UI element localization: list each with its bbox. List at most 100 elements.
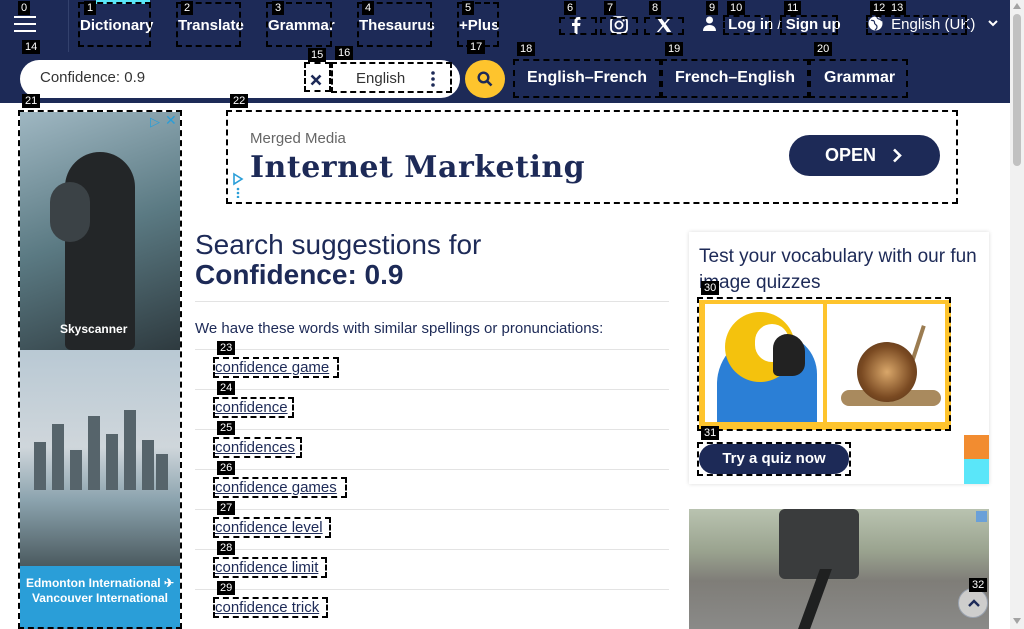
tab-grammar[interactable]: Grammar: [824, 69, 895, 87]
chevron-up-icon: [968, 599, 980, 607]
adchoices-icon[interactable]: [232, 172, 244, 198]
suggestion-link[interactable]: confidence: [215, 399, 288, 416]
menu-icon[interactable]: [14, 14, 36, 34]
scroll-up-arrow-icon[interactable]: [1013, 3, 1021, 9]
user-icon: [703, 16, 716, 31]
banner-ad[interactable]: Merged Media Internet Marketing OPEN: [228, 112, 956, 202]
mark-tag: 3: [272, 1, 285, 15]
scrollbar-thumb[interactable]: [1013, 14, 1021, 166]
divider: [195, 429, 669, 430]
try-quiz-button[interactable]: Try a quiz now: [699, 444, 849, 474]
banner-open-button[interactable]: OPEN: [789, 135, 940, 176]
suggestion-link[interactable]: confidence game: [215, 359, 329, 376]
mark-tag: 24: [217, 381, 236, 395]
adchoices-icon[interactable]: ▷: [150, 114, 160, 130]
nav-translate[interactable]: Translate: [178, 17, 244, 34]
chevron-down-icon: [987, 20, 998, 27]
page-title: Search suggestions for Confidence: 0.9: [195, 230, 481, 290]
left-skyscraper-ad[interactable]: Skyscanner Edmonton International ✈ Vanc…: [20, 112, 180, 629]
nav-plus[interactable]: +Plus: [459, 17, 499, 34]
page-scrollbar[interactable]: [1010, 0, 1024, 629]
facebook-icon[interactable]: [566, 15, 586, 35]
quiz-promo: Test your vocabulary with our fun image …: [689, 232, 989, 484]
mark-tag: 1: [84, 1, 97, 15]
login-link[interactable]: Log in: [728, 16, 773, 33]
tab-french-english[interactable]: French–English: [675, 69, 795, 87]
ad-close-icon[interactable]: ✕: [165, 112, 177, 129]
mark-tag: 28: [217, 541, 236, 555]
mark-tag: 30: [701, 281, 720, 295]
mark-tag: 10: [727, 1, 746, 15]
mark-tag: 31: [701, 426, 720, 440]
site-language-select[interactable]: English (UK): [868, 16, 998, 33]
mark-tag: 22: [230, 94, 249, 108]
divider: [195, 349, 669, 350]
mark-tag: 0: [18, 1, 31, 15]
site-language-label: English (UK): [891, 16, 976, 33]
side-tab-cyan[interactable]: [964, 459, 989, 484]
clear-search-button[interactable]: [306, 70, 326, 90]
mark-tag: 18: [517, 42, 536, 56]
mark-tag: 20: [814, 42, 833, 56]
ad-photo-mother-child: Skyscanner: [20, 112, 180, 350]
dictionary-language-label: English: [356, 70, 406, 87]
nav-thesaurus[interactable]: Thesaurus: [359, 17, 435, 34]
mark-tag: 21: [22, 94, 41, 108]
mark-tag: 25: [217, 421, 236, 435]
divider: [195, 389, 669, 390]
search-button[interactable]: [465, 60, 505, 98]
mark-tag: 5: [462, 1, 475, 15]
suggestion-link[interactable]: confidence level: [215, 519, 323, 536]
mark-tag: 6: [564, 1, 577, 15]
suggestions-intro: We have these words with similar spellin…: [195, 320, 604, 337]
banner-ad-brand: Merged Media: [250, 130, 346, 147]
signup-link[interactable]: Sign up: [786, 16, 841, 33]
dictionary-language-dropdown[interactable]: English: [334, 62, 452, 96]
mark-tag: 12: [870, 1, 889, 15]
quiz-title: Test your vocabulary with our fun image …: [699, 246, 977, 293]
account-links: Log in / Sign up: [703, 16, 841, 33]
video-ad[interactable]: [689, 509, 989, 629]
mark-tag: 7: [604, 1, 617, 15]
mark-tag: 8: [649, 1, 662, 15]
x-icon[interactable]: [654, 15, 674, 35]
top-navigation-bar: Dictionary Translate Grammar Thesaurus +…: [0, 0, 1010, 52]
divider: [195, 301, 669, 302]
side-tab-orange[interactable]: [964, 435, 989, 459]
parrot-image: [705, 304, 823, 422]
suggestion-link[interactable]: confidence limit: [215, 559, 318, 576]
mark-tag: 19: [665, 42, 684, 56]
scroll-down-arrow-icon[interactable]: [1013, 618, 1021, 624]
search-input[interactable]: [40, 69, 320, 86]
divider: [195, 469, 669, 470]
active-nav-indicator: [96, 0, 150, 4]
banner-ad-headline: Internet Marketing: [250, 150, 586, 185]
mark-tag: 2: [181, 1, 194, 15]
banner-open-label: OPEN: [825, 145, 877, 165]
adchoices-icon[interactable]: [976, 511, 987, 522]
close-icon: [310, 74, 322, 86]
suggestion-link[interactable]: confidence trick: [215, 599, 319, 616]
tab-english-french[interactable]: English–French: [527, 69, 647, 87]
snail-image: [827, 304, 945, 422]
mark-tag: 32: [969, 578, 988, 592]
nav-grammar[interactable]: Grammar: [268, 17, 335, 34]
scroll-to-top-button[interactable]: [958, 588, 988, 618]
nav-dictionary[interactable]: Dictionary: [80, 17, 153, 34]
mark-tag: 17: [467, 40, 486, 54]
mark-tag: 23: [217, 341, 236, 355]
mark-tag: 16: [335, 46, 354, 60]
page-title-prefix: Search suggestions for: [195, 229, 482, 260]
mark-tag: 4: [362, 1, 375, 15]
quiz-image-link[interactable]: [699, 300, 951, 430]
search-icon: [477, 71, 493, 87]
chevron-right-icon: [893, 148, 902, 163]
divider: [195, 589, 669, 590]
ad-caption: Edmonton International ✈ Vancouver Inter…: [20, 566, 180, 629]
ad-photo-city-skyline: [20, 350, 180, 566]
divider: [195, 509, 669, 510]
mark-tag: 13: [888, 1, 907, 15]
suggestion-link[interactable]: confidence games: [215, 479, 337, 496]
suggestion-link[interactable]: confidences: [215, 439, 295, 456]
instagram-icon[interactable]: [609, 15, 629, 35]
